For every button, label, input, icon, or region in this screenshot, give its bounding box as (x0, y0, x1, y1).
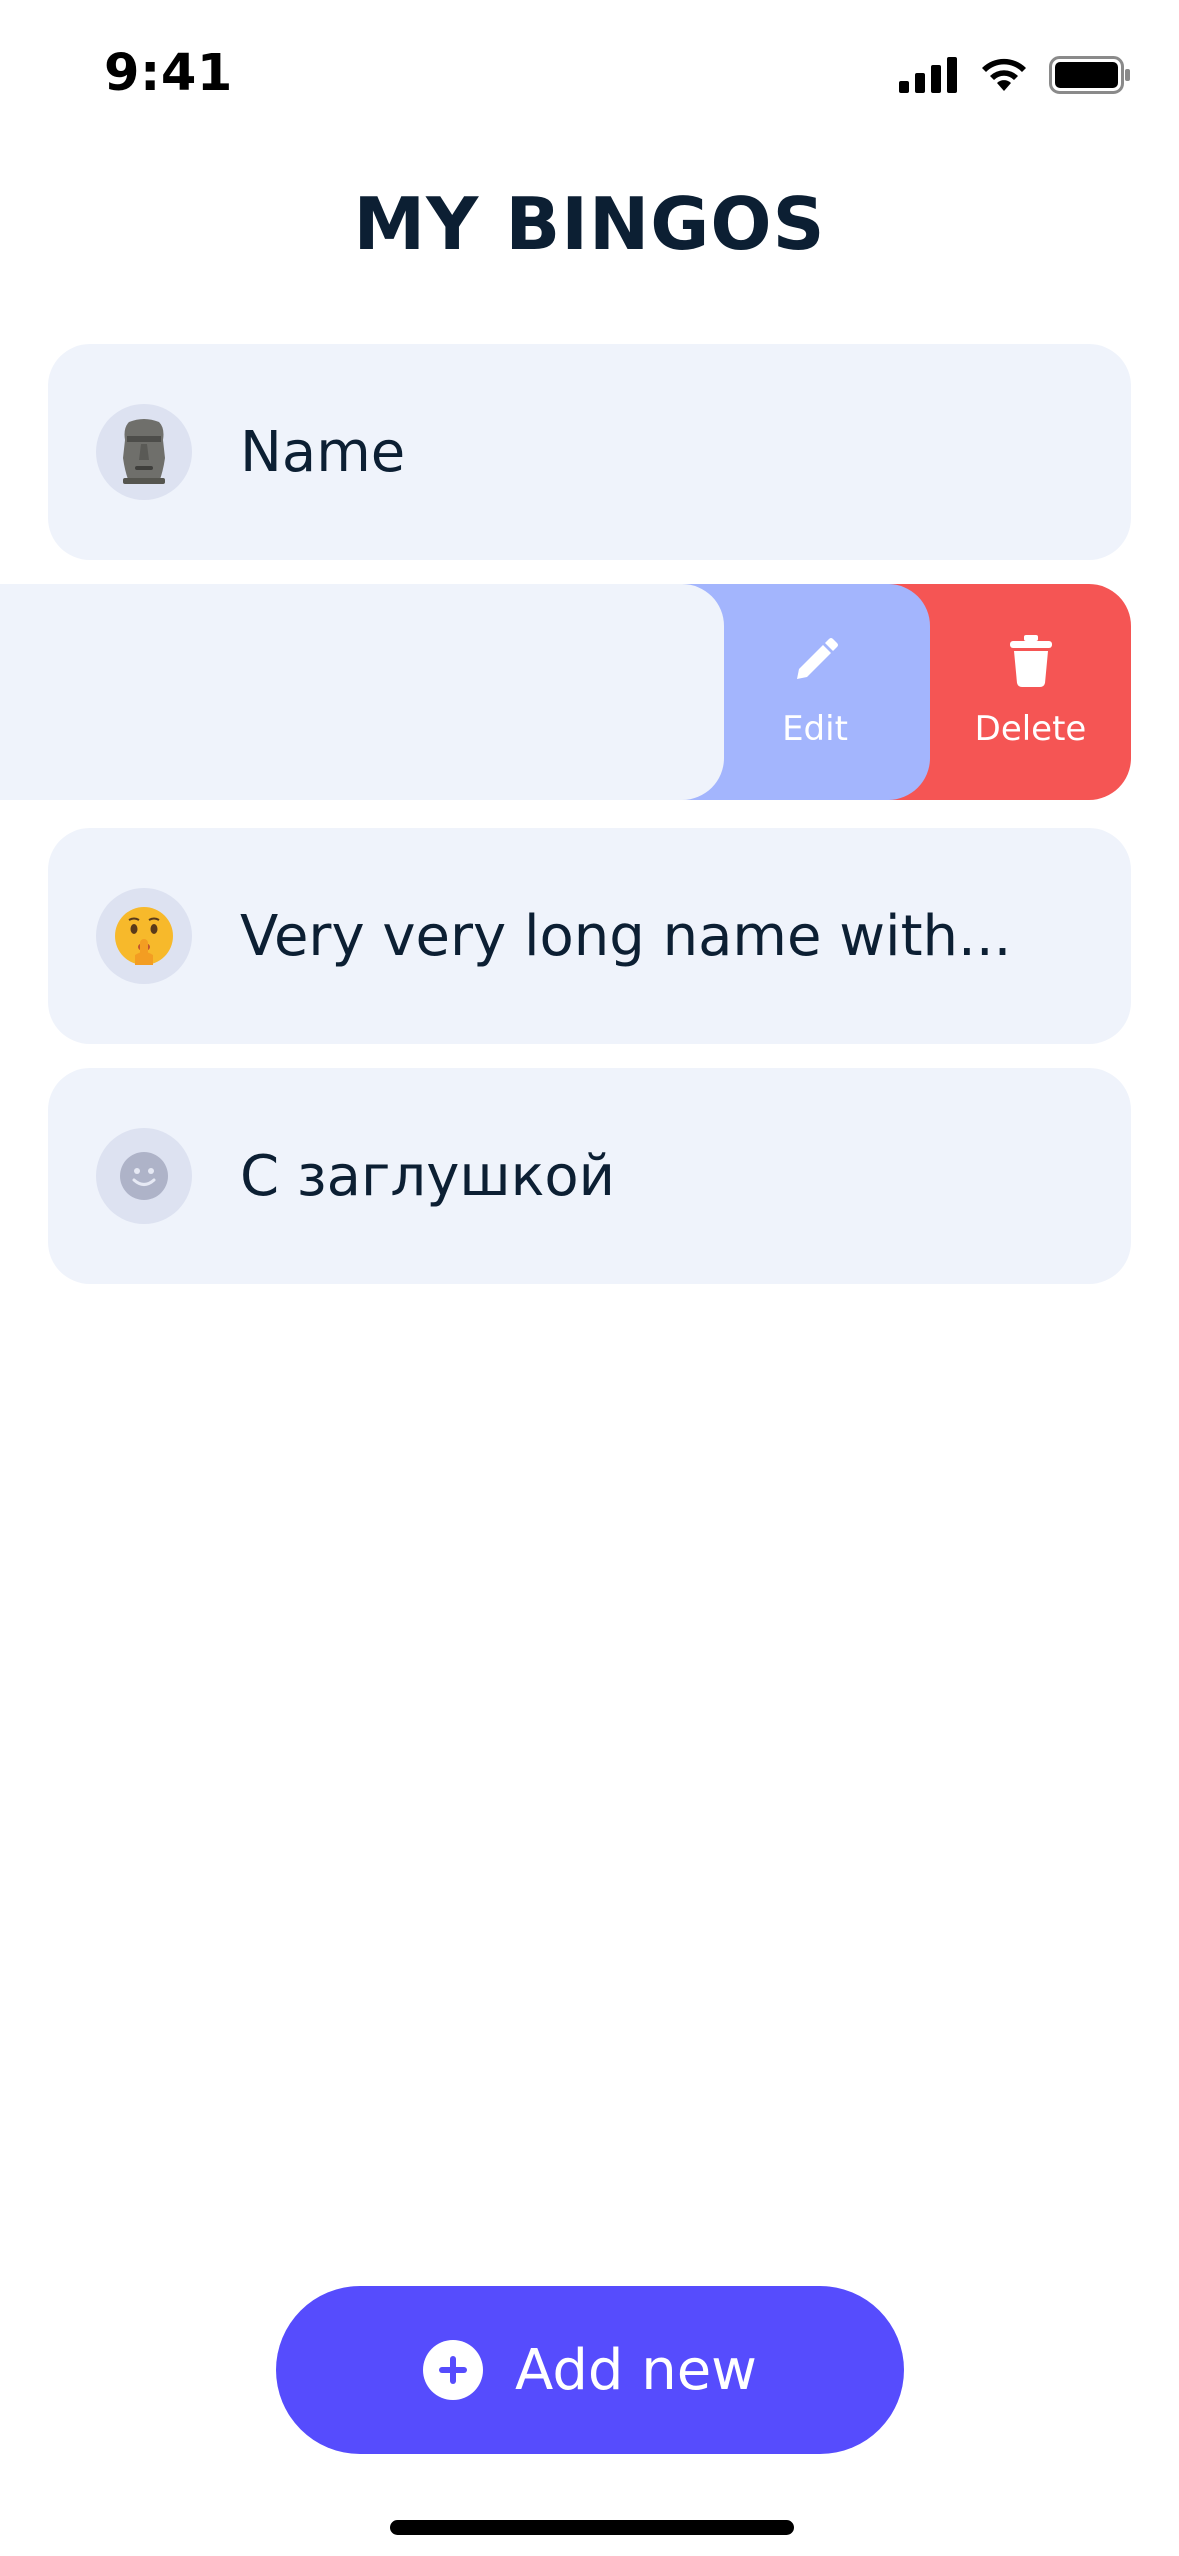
edit-label: Edit (782, 709, 848, 749)
home-indicator[interactable] (390, 2520, 794, 2535)
bingo-list-item[interactable]: С заглушкой (48, 1068, 1131, 1284)
status-icons (899, 56, 1131, 94)
plus-circle-icon (423, 2340, 484, 2400)
status-time: 9:41 (104, 44, 233, 103)
shushing-face-emoji-icon (115, 907, 173, 965)
bingo-list-item[interactable]: Name (48, 344, 1131, 560)
bingo-list-item[interactable]: Very very long name with... (48, 828, 1131, 1044)
page-title: MY BINGOS (353, 182, 826, 266)
cellular-signal-icon (899, 57, 957, 93)
bingo-name: С заглушкой (240, 1143, 616, 1209)
edit-button[interactable]: Edit (724, 584, 906, 800)
bingo-avatar (96, 888, 192, 984)
bingo-avatar (96, 1128, 192, 1224)
swiped-bingo-row[interactable]: Edit Delete (0, 584, 1131, 800)
delete-button[interactable]: Delete (930, 584, 1131, 800)
bingo-name: Name (240, 419, 406, 485)
add-new-button[interactable]: Add new (276, 2286, 904, 2454)
placeholder-smile-icon (120, 1152, 168, 1200)
moai-emoji-icon (123, 419, 165, 484)
bingo-list-item-swiped[interactable] (0, 584, 724, 800)
pencil-icon (797, 638, 838, 679)
bingo-avatar (96, 404, 192, 500)
wifi-icon (982, 58, 1026, 91)
bingo-name: Very very long name with... (240, 903, 1012, 969)
delete-label: Delete (974, 709, 1087, 749)
status-bar: 9:41 (0, 0, 1179, 150)
add-new-label: Add new (515, 2337, 757, 2403)
battery-icon (1049, 56, 1130, 94)
trash-icon (1009, 635, 1052, 687)
